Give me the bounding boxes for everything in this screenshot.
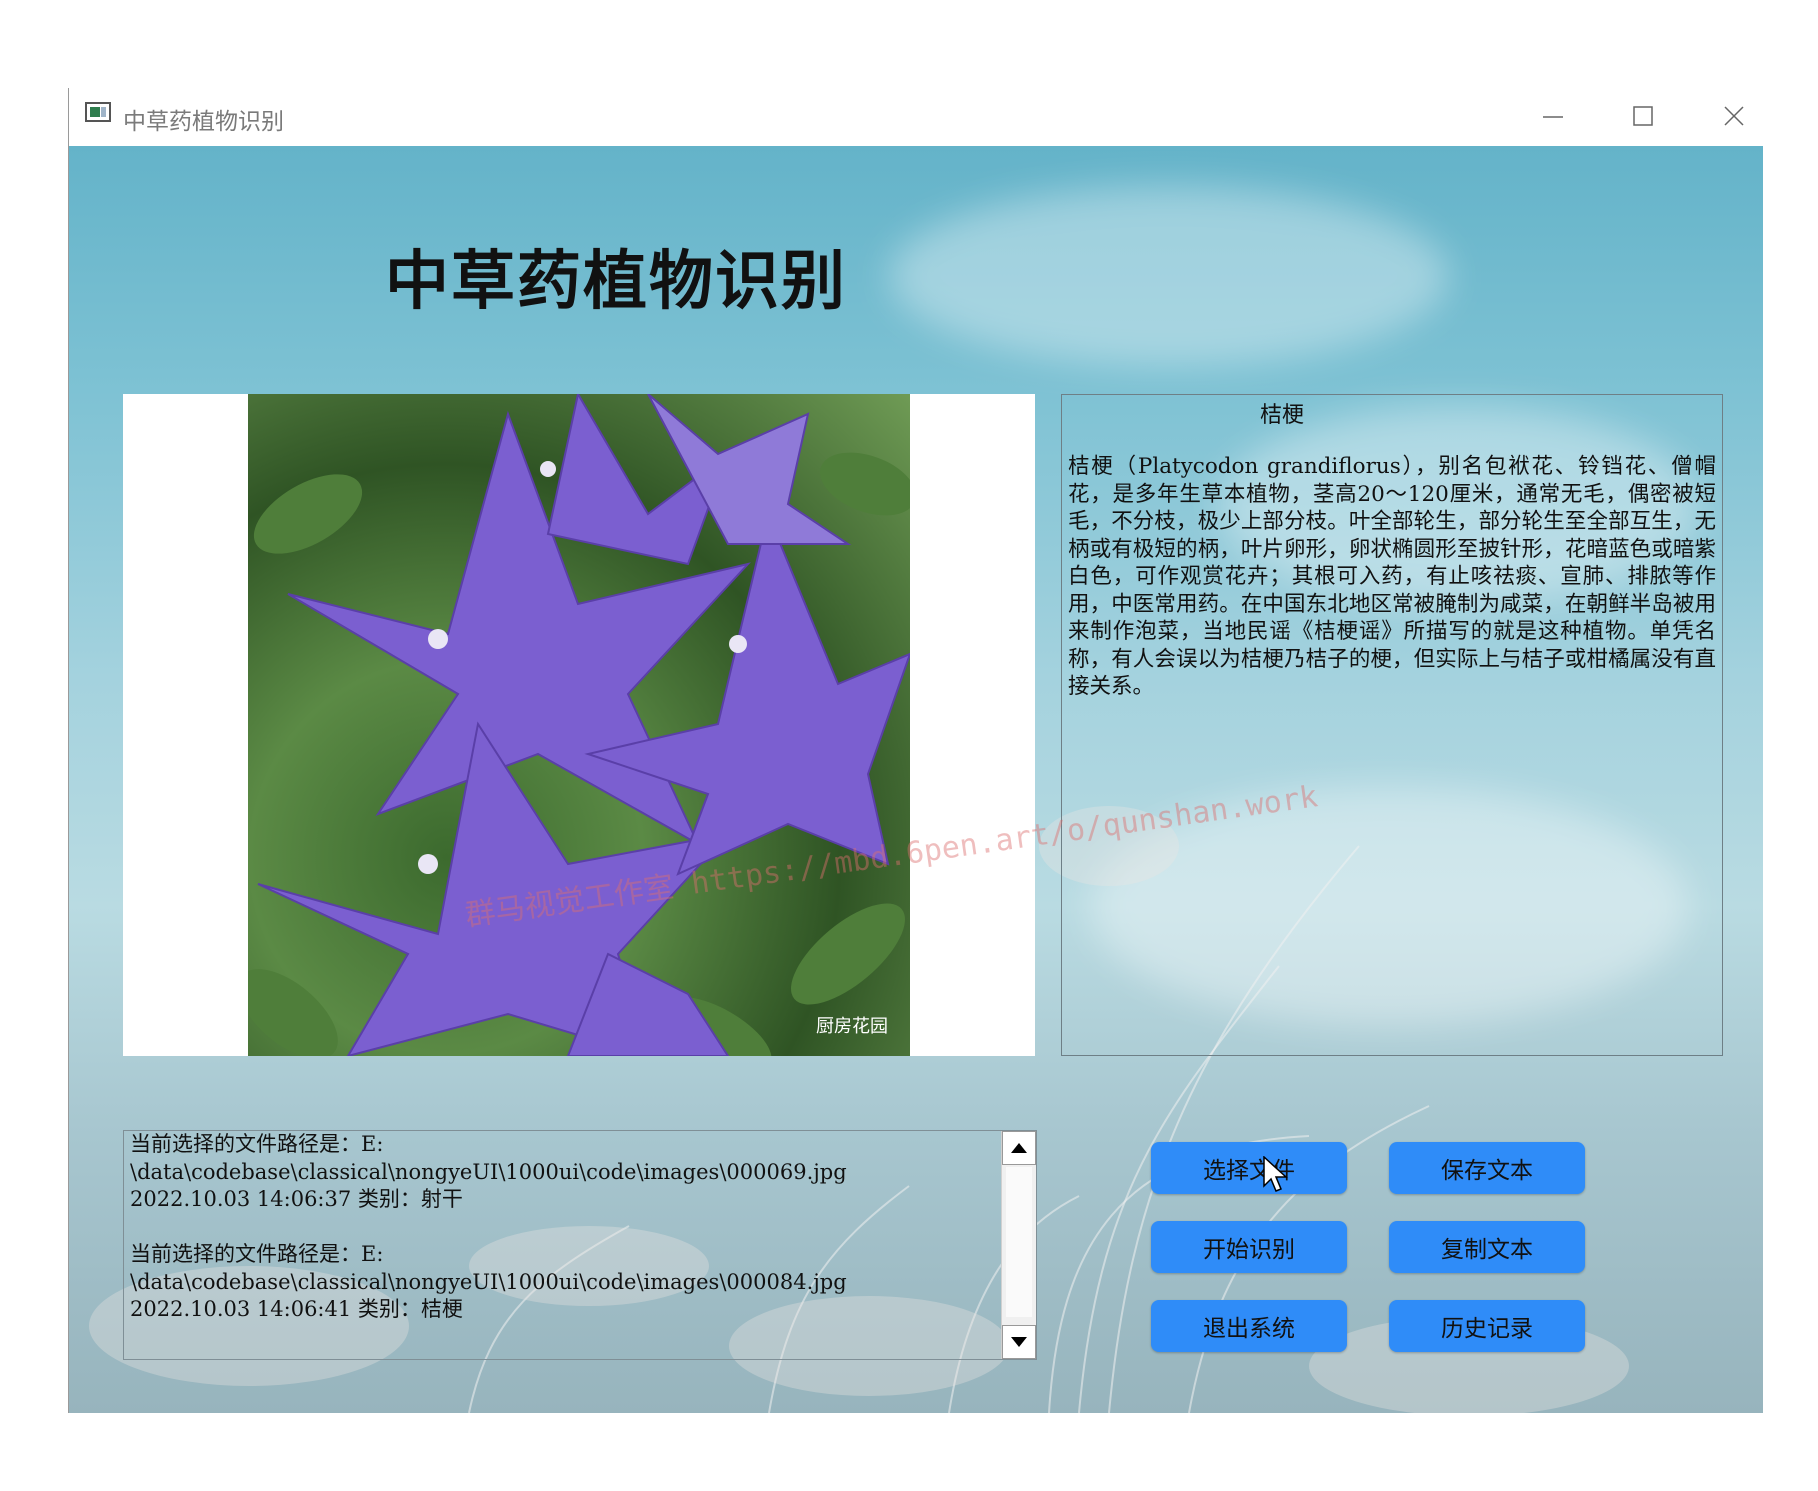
history-button[interactable]: 历史记录 — [1389, 1300, 1585, 1352]
plant-photo: 厨房花园 — [248, 394, 910, 1056]
result-log[interactable]: 当前选择的文件路径是：E: \data\codebase\classical\n… — [123, 1130, 1037, 1360]
arrow-down-icon — [1011, 1337, 1027, 1347]
photo-watermark: 厨房花园 — [816, 1016, 888, 1037]
scrollbar-thumb[interactable] — [1006, 1167, 1032, 1317]
arrow-up-icon — [1011, 1143, 1027, 1153]
log-entry: 当前选择的文件路径是：E: \data\codebase\classical\n… — [130, 1132, 847, 1211]
app-icon — [85, 102, 111, 122]
log-scrollbar[interactable] — [1001, 1131, 1036, 1359]
window-title: 中草药植物识别 — [123, 109, 284, 135]
close-icon — [1724, 106, 1744, 126]
log-content: 当前选择的文件路径是：E: \data\codebase\classical\n… — [130, 1131, 990, 1324]
image-display-panel: 厨房花园 — [123, 394, 1035, 1056]
close-button[interactable] — [1709, 96, 1759, 136]
plant-info-panel: 桔梗 桔梗（Platycodon grandiflorus），别名包袱花、铃铛花… — [1061, 394, 1723, 1056]
client-area: 中草药植物识别 厨房花园 桔梗 桔梗（Platycodon grandiflor… — [69, 146, 1763, 1413]
plant-name: 桔梗 — [1259, 403, 1304, 428]
maximize-button[interactable] — [1618, 96, 1668, 136]
page-title: 中草药植物识别 — [385, 245, 847, 319]
minimize-icon — [1543, 116, 1563, 118]
log-entry: 当前选择的文件路径是：E: \data\codebase\classical\n… — [130, 1242, 847, 1321]
scroll-up-button[interactable] — [1002, 1131, 1036, 1165]
select-file-button[interactable]: 选择文件 — [1151, 1142, 1347, 1194]
title-bar[interactable]: 中草药植物识别 — [69, 88, 1763, 146]
minimize-button[interactable] — [1528, 96, 1578, 136]
mouse-cursor-icon — [1263, 1156, 1288, 1192]
scroll-down-button[interactable] — [1002, 1325, 1036, 1359]
app-window: 中草药植物识别 中草药植物识别 厨房花园 桔梗 桔梗（Platycodon gr… — [68, 88, 1763, 1413]
maximize-icon — [1633, 106, 1653, 126]
save-text-button[interactable]: 保存文本 — [1389, 1142, 1585, 1194]
plant-description: 桔梗（Platycodon grandiflorus），别名包袱花、铃铛花、僧帽… — [1068, 454, 1716, 699]
copy-text-button[interactable]: 复制文本 — [1389, 1221, 1585, 1273]
start-recognition-button[interactable]: 开始识别 — [1151, 1221, 1347, 1273]
exit-system-button[interactable]: 退出系统 — [1151, 1300, 1347, 1352]
